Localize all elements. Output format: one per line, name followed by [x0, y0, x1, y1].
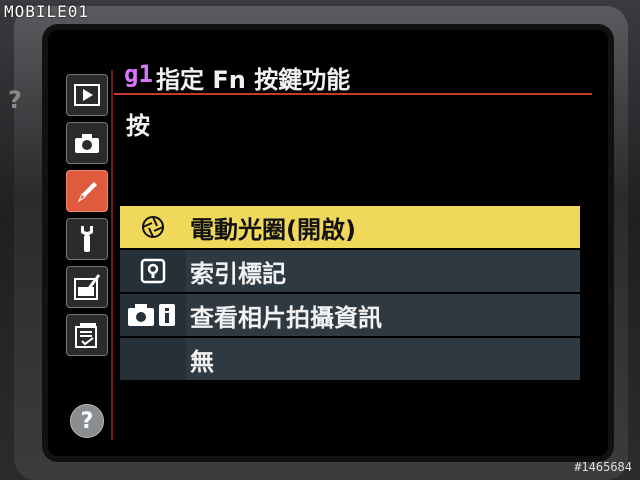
tab-custom-settings[interactable] [66, 170, 108, 212]
my-menu-icon [75, 323, 97, 348]
header-underline [114, 93, 592, 95]
option-aperture[interactable]: 電動光圈(開啟) [120, 206, 580, 248]
playback-icon [74, 84, 100, 106]
index-mark-icon [140, 258, 166, 284]
tab-setup-menu[interactable] [66, 218, 108, 260]
watermark: MOBILE01 [4, 2, 90, 21]
camera-info-icon [128, 304, 175, 326]
sidebar-divider [111, 70, 113, 440]
tab-my-menu[interactable] [66, 314, 108, 356]
option-index-mark[interactable]: 索引標記 [120, 250, 580, 292]
outer-help-icon: ? [8, 86, 22, 114]
wrench-icon [81, 226, 93, 252]
camera-icon [75, 134, 99, 153]
option-label: 無 [190, 347, 214, 376]
menu-tabs [66, 74, 108, 364]
aperture-icon [142, 216, 164, 238]
help-icon[interactable]: ? [70, 404, 104, 438]
option-label: 索引標記 [190, 259, 286, 288]
pencil-icon [77, 182, 97, 203]
retouch-icon [74, 274, 101, 300]
option-list: 電動光圈(開啟) 索引標記 查看相片拍攝資訊 無 [120, 206, 580, 382]
press-label: 按 [126, 112, 150, 140]
tab-retouch-menu[interactable] [66, 266, 108, 308]
menu-header: g1 指定 Fn 按鍵功能 [114, 56, 600, 94]
option-label: 電動光圈(開啟) [190, 215, 356, 244]
menu-code: g1 [124, 60, 153, 88]
photo-id: #1465684 [574, 460, 632, 474]
option-camera-info[interactable]: 查看相片拍攝資訊 [120, 294, 580, 336]
page-title: 指定 Fn 按鍵功能 [156, 66, 351, 94]
tab-playback-menu[interactable] [66, 74, 108, 116]
option-none[interactable]: 無 [120, 338, 580, 380]
option-label: 查看相片拍攝資訊 [190, 303, 382, 332]
tab-shooting-menu[interactable] [66, 122, 108, 164]
